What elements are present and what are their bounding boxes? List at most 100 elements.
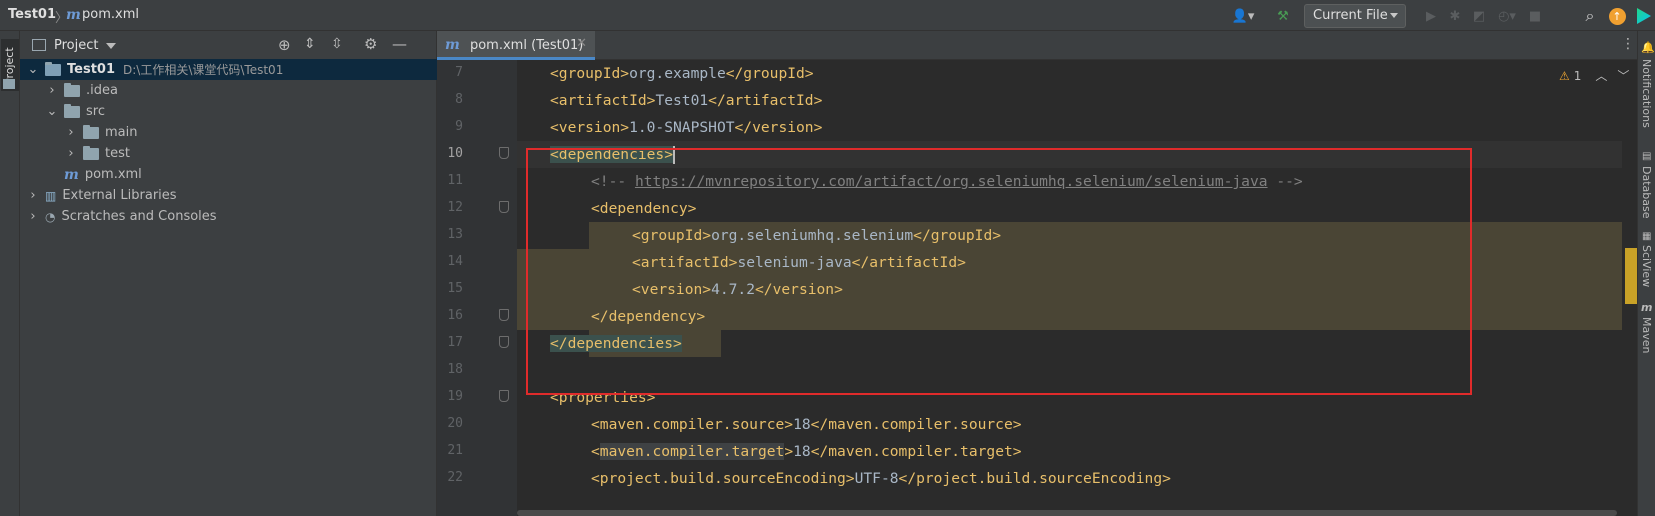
breadcrumb-project[interactable]: Test01 <box>8 7 56 22</box>
database-icon: ▤ <box>1642 151 1652 162</box>
more-options-icon[interactable]: ⋮ <box>1621 36 1635 52</box>
fold-marker-icon[interactable] <box>499 309 509 321</box>
chevron-down-icon[interactable]: ﹀ <box>1617 67 1629 84</box>
folder-icon <box>83 124 99 139</box>
code-text: org.example <box>629 65 726 82</box>
bell-icon: 🔔 <box>1641 41 1655 54</box>
sciview-tool-button[interactable]: SciView <box>1640 245 1653 287</box>
right-tool-stripe: 🔔 Notifications ▤ Database ▦ SciView m M… <box>1637 31 1655 516</box>
locate-icon[interactable]: ⊕ <box>278 36 291 54</box>
tree-item-path: D:\工作相关\课堂代码\Test01 <box>123 63 284 77</box>
tab-pom-xml[interactable]: m pom.xml (Test01) ✕ <box>437 31 595 60</box>
fold-marker-icon[interactable] <box>499 390 509 402</box>
chevron-right-icon[interactable]: › <box>65 125 77 140</box>
maven-file-icon: m <box>64 166 79 183</box>
code-line-21: <maven.compiler.target>18</maven.compile… <box>591 443 1022 460</box>
code-text: 18 <box>793 416 811 433</box>
line-number: 18 <box>447 362 463 377</box>
code-text: UTF-8 <box>854 470 899 487</box>
expand-all-icon[interactable]: ⇕ <box>304 36 316 52</box>
scrollbar-marker[interactable] <box>1625 248 1637 304</box>
breadcrumb-file[interactable]: pom.xml <box>82 7 139 22</box>
line-number: 19 <box>447 389 463 404</box>
update-icon[interactable]: ↑ <box>1607 5 1627 27</box>
inspection-widget[interactable]: ⚠ 1 ︿ ﹀ <box>1559 67 1629 84</box>
hide-panel-icon[interactable]: — <box>392 35 407 53</box>
stop-icon[interactable]: ■ <box>1526 5 1544 27</box>
tree-item-main[interactable]: › main <box>20 122 437 143</box>
chevron-down-icon[interactable] <box>106 43 116 49</box>
ide-logo-icon[interactable] <box>1634 5 1654 27</box>
maven-icon: m <box>1641 301 1653 314</box>
code-line-8: <artifactId>Test01</artifactId> <box>550 92 823 109</box>
notifications-tool-button[interactable]: Notifications <box>1640 59 1653 128</box>
fold-marker-icon[interactable] <box>499 147 509 159</box>
run-icon[interactable]: ▶ <box>1422 5 1440 27</box>
collapse-all-icon[interactable]: ⇳ <box>331 36 343 52</box>
chevron-right-icon[interactable]: › <box>46 83 58 98</box>
chevron-right-icon[interactable]: › <box>27 209 39 224</box>
library-icon: ▥ <box>45 188 57 203</box>
tree-item-label: Scratches and Consoles <box>61 209 217 224</box>
module-folder-icon <box>45 61 61 76</box>
line-number: 12 <box>447 200 463 215</box>
line-number: 7 <box>455 65 463 80</box>
tree-item-label: pom.xml <box>84 167 142 182</box>
tree-item-label: External Libraries <box>62 188 177 203</box>
line-number: 21 <box>447 443 463 458</box>
fold-marker-icon[interactable] <box>499 336 509 348</box>
code-text: 18 <box>793 443 811 460</box>
line-number: 9 <box>455 119 463 134</box>
tree-item-src[interactable]: ⌄ src <box>20 101 437 122</box>
navigation-bar: Test01 〉 m pom.xml 👤▾ ⚒ Current File ▶ ✱… <box>0 0 1655 31</box>
user-icon[interactable]: 👤▾ <box>1228 5 1258 27</box>
tree-item-label: test <box>105 146 130 161</box>
tree-item-idea[interactable]: › .idea <box>20 80 437 101</box>
code-text: Test01 <box>655 92 709 109</box>
chevron-down-icon[interactable]: ⌄ <box>27 62 39 77</box>
scratches-icon: ◔ <box>45 209 56 224</box>
code-line-20: <maven.compiler.source>18</maven.compile… <box>591 416 1022 433</box>
project-panel-title[interactable]: Project <box>54 38 98 53</box>
search-icon[interactable]: ⌕ <box>1580 5 1600 27</box>
run-configuration-select[interactable]: Current File <box>1304 4 1406 28</box>
coverage-icon[interactable]: ◩ <box>1470 5 1488 27</box>
project-panel-header: Project ⊕ ⇕ ⇳ ⚙ — <box>20 31 437 60</box>
tree-item-test01[interactable]: ⌄ Test01 D:\工作相关\课堂代码\Test01 <box>20 59 437 80</box>
chevron-up-icon[interactable]: ︿ <box>1595 67 1607 84</box>
close-icon[interactable]: ✕ <box>576 36 587 51</box>
profile-icon[interactable]: ◴▾ <box>1494 5 1520 27</box>
tree-item-label: .idea <box>86 83 118 98</box>
code-line-22: <project.build.sourceEncoding>UTF-8</pro… <box>591 470 1171 487</box>
build-hammer-icon[interactable]: ⚒ <box>1272 5 1294 27</box>
line-number: 22 <box>447 470 463 485</box>
folder-icon <box>64 82 80 97</box>
editor-gutter: 7 8 9 10 11 12 13 14 15 16 17 18 19 20 2… <box>437 60 517 516</box>
line-number: 10 <box>447 146 463 161</box>
chevron-right-icon[interactable]: › <box>65 146 77 161</box>
debug-icon[interactable]: ✱ <box>1446 5 1464 27</box>
run-configuration-label: Current File <box>1313 8 1388 23</box>
tree-item-label: src <box>86 104 105 119</box>
line-number: 13 <box>447 227 463 242</box>
project-view-icon <box>32 39 46 51</box>
line-number: 15 <box>447 281 463 296</box>
chevron-down-icon[interactable]: ⌄ <box>46 104 58 119</box>
line-number: 8 <box>455 92 463 107</box>
tree-item-test[interactable]: › test <box>20 143 437 164</box>
maven-tool-button[interactable]: Maven <box>1640 317 1653 353</box>
tree-item-label: Test01 <box>67 62 116 77</box>
fold-marker-icon[interactable] <box>499 201 509 213</box>
warning-count: 1 <box>1573 68 1582 83</box>
horizontal-scrollbar[interactable] <box>517 510 1617 516</box>
project-panel: Project ⊕ ⇕ ⇳ ⚙ — ⌄ Test01 D:\工作相关\课堂代码\… <box>20 31 437 516</box>
chevron-right-icon[interactable]: › <box>27 188 39 203</box>
folder-icon <box>64 103 80 118</box>
tree-item-scratches[interactable]: › ◔ Scratches and Consoles <box>20 206 437 227</box>
highlight-box <box>526 148 1472 395</box>
line-number: 11 <box>447 173 463 188</box>
gear-icon[interactable]: ⚙ <box>364 35 377 53</box>
tree-item-external-libraries[interactable]: › ▥ External Libraries <box>20 185 437 206</box>
tree-item-pom[interactable]: m pom.xml <box>20 164 437 185</box>
database-tool-button[interactable]: Database <box>1640 166 1653 219</box>
